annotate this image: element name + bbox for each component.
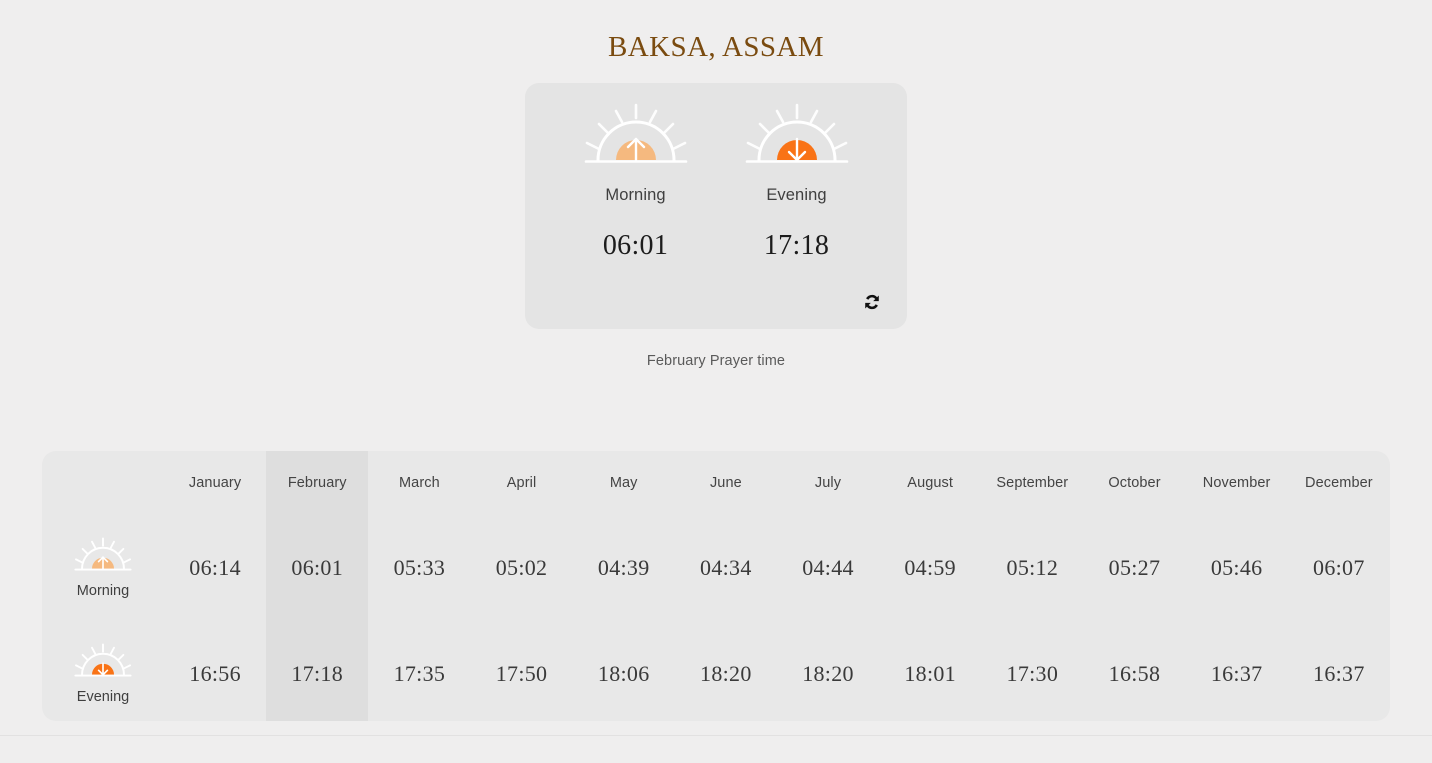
- cell-evening-april: 17:50: [495, 661, 548, 686]
- summary-morning-label: Morning: [605, 186, 666, 204]
- table-header-january[interactable]: January: [164, 451, 266, 515]
- cell-evening-december: 16:37: [1313, 661, 1365, 686]
- cell-morning-december: 06:07: [1313, 555, 1365, 580]
- table-header-march[interactable]: March: [368, 451, 470, 515]
- sunrise-icon: [578, 103, 694, 169]
- sunset-icon: [71, 643, 135, 680]
- cell-morning-march: 05:33: [393, 555, 446, 580]
- summary-evening-label: Evening: [766, 186, 827, 204]
- cell-morning-april: 05:02: [495, 555, 548, 580]
- summary-columns: Morning 06:01 Evening 17:18: [555, 103, 877, 262]
- cell-evening-february: 17:18: [266, 621, 369, 721]
- cell-evening-may: 18:06: [597, 661, 650, 686]
- cell-morning-september: 05:12: [1006, 555, 1059, 580]
- cell-morning-august: 04:59: [904, 555, 956, 580]
- sunrise-icon: [71, 537, 135, 574]
- sunset-icon: [739, 103, 855, 169]
- table-corner-cell: [42, 451, 164, 515]
- cell-evening-march: 17:35: [393, 661, 446, 686]
- row-label-evening-text: Evening: [76, 689, 130, 705]
- row-label-morning-text: Morning: [76, 583, 130, 599]
- table-header-july[interactable]: July: [777, 451, 879, 515]
- cell-morning-may: 04:39: [597, 555, 650, 580]
- table-header-may[interactable]: May: [573, 451, 675, 515]
- cell-evening-september: 17:30: [1006, 661, 1059, 686]
- summary-evening: Evening 17:18: [716, 103, 877, 262]
- summary-morning-time: 06:01: [602, 230, 669, 261]
- summary-evening-time: 17:18: [763, 230, 830, 261]
- cell-evening-august: 18:01: [904, 661, 956, 686]
- table-header-june[interactable]: June: [675, 451, 777, 515]
- row-label-morning: Morning: [42, 515, 164, 621]
- cell-morning-november: 05:46: [1210, 555, 1263, 580]
- table-row: Evening 16:56 17:18 17:35 17:50 18:06 18…: [42, 621, 1390, 721]
- table-header-april[interactable]: April: [470, 451, 572, 515]
- summary-card-wrapper: Morning 06:01 Evening 17:18: [0, 83, 1432, 329]
- cell-morning-january: 06:14: [189, 555, 241, 580]
- cell-evening-june: 18:20: [700, 661, 752, 686]
- summary-caption: February Prayer time: [646, 353, 786, 369]
- cell-evening-november: 16:37: [1210, 661, 1263, 686]
- yearly-prayer-table: January February March April May June Ju…: [42, 451, 1390, 721]
- bottom-divider: [0, 735, 1432, 736]
- refresh-icon[interactable]: [859, 289, 885, 315]
- cell-morning-october: 05:27: [1108, 555, 1161, 580]
- summary-morning: Morning 06:01: [555, 103, 716, 262]
- table-header-august[interactable]: August: [879, 451, 981, 515]
- table-row: Morning 06:14 06:01 05:33 05:02 04:39 04…: [42, 515, 1390, 621]
- cell-evening-january: 16:56: [189, 661, 241, 686]
- cell-morning-february: 06:01: [266, 515, 369, 621]
- row-label-evening: Evening: [42, 621, 164, 721]
- table-header-february[interactable]: February: [266, 451, 369, 515]
- cell-evening-july: 18:20: [802, 661, 854, 686]
- table-header-row: January February March April May June Ju…: [42, 451, 1390, 515]
- cell-evening-october: 16:58: [1108, 661, 1161, 686]
- table-header-december[interactable]: December: [1288, 451, 1390, 515]
- table-header-october[interactable]: October: [1083, 451, 1185, 515]
- table-header-september[interactable]: September: [981, 451, 1083, 515]
- cell-morning-july: 04:44: [802, 555, 854, 580]
- prayer-summary-card: Morning 06:01 Evening 17:18: [525, 83, 907, 329]
- cell-morning-june: 04:34: [700, 555, 752, 580]
- page-title: BAKSA, ASSAM: [608, 31, 824, 63]
- table-header-november[interactable]: November: [1186, 451, 1288, 515]
